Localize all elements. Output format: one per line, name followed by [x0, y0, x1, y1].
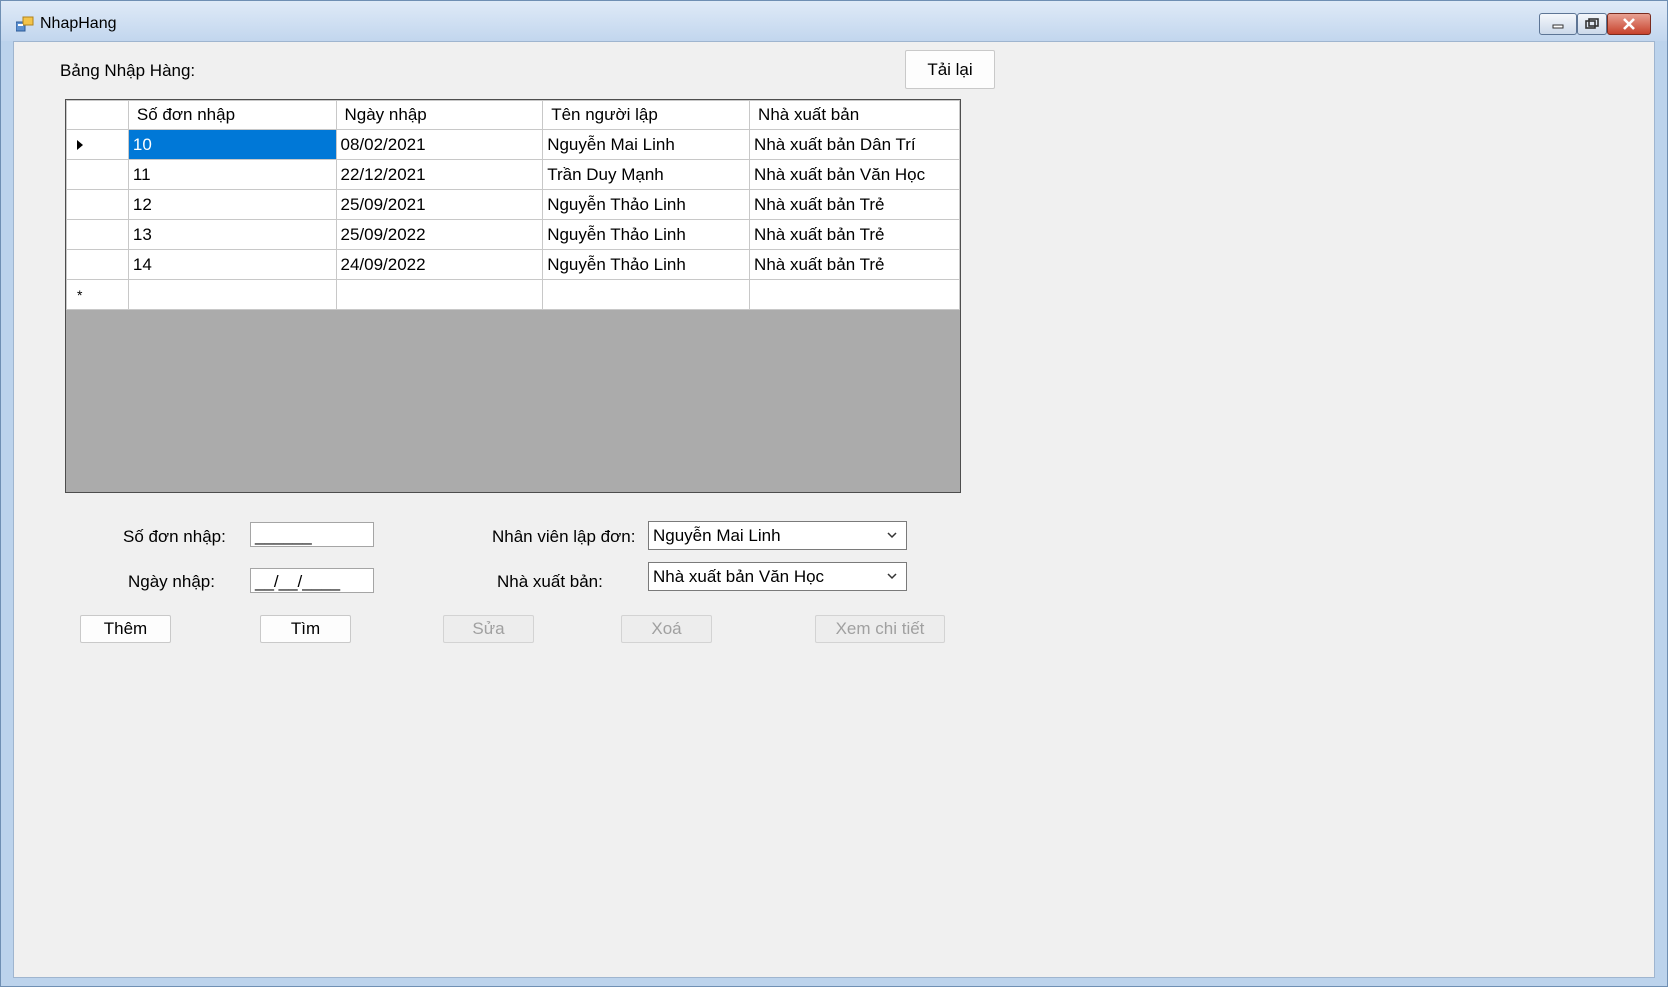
column-header-date[interactable]: Ngày nhập: [335, 100, 544, 130]
date-input[interactable]: __/__/____: [250, 568, 374, 593]
table-row[interactable]: 13 25/09/2022 Nguyễn Thảo Linh Nhà xuất …: [66, 219, 960, 250]
close-icon: [1623, 18, 1635, 30]
new-row-header[interactable]: *: [66, 279, 129, 310]
staff-select-value: Nguyễn Mai Linh: [653, 526, 781, 545]
publisher-select-value: Nhà xuất bản Văn Học: [653, 567, 825, 586]
cell-publisher[interactable]: Nhà xuất bản Văn Học: [749, 159, 960, 190]
cell-date[interactable]: 24/09/2022: [335, 249, 544, 280]
minimize-icon: [1552, 24, 1564, 29]
new-cell-publisher[interactable]: [749, 279, 960, 310]
row-header[interactable]: [66, 159, 129, 190]
cell-creator[interactable]: Nguyễn Thảo Linh: [542, 219, 751, 250]
chevron-down-icon: [887, 573, 897, 580]
header-row: Số đơn nhập Ngày nhập Tên người lập Nhà …: [66, 100, 960, 130]
cell-order-no[interactable]: 11: [127, 159, 337, 190]
delete-button[interactable]: Xoá: [621, 615, 712, 643]
cell-creator[interactable]: Nguyễn Mai Linh: [542, 129, 751, 160]
row-header[interactable]: [66, 129, 129, 160]
table-row[interactable]: 10 08/02/2021 Nguyễn Mai Linh Nhà xuất b…: [66, 129, 960, 160]
cell-order-no[interactable]: 14: [127, 249, 337, 280]
date-label: Ngày nhập:: [128, 572, 215, 591]
row-header-corner: [66, 100, 129, 130]
app-icon: [16, 16, 34, 32]
minimize-button[interactable]: [1539, 13, 1577, 35]
close-button[interactable]: [1607, 13, 1651, 35]
table-row[interactable]: 11 22/12/2021 Trần Duy Mạnh Nhà xuất bản…: [66, 159, 960, 190]
cell-date[interactable]: 25/09/2022: [335, 219, 544, 250]
cell-order-no[interactable]: 10: [127, 129, 337, 160]
table-row[interactable]: 12 25/09/2021 Nguyễn Thảo Linh Nhà xuất …: [66, 189, 960, 220]
maximize-button[interactable]: [1577, 13, 1607, 35]
orders-table: Số đơn nhập Ngày nhập Tên người lập Nhà …: [66, 100, 960, 310]
order-no-input[interactable]: ______: [250, 522, 374, 547]
window-title: NhapHang: [40, 15, 117, 32]
column-header-creator[interactable]: Tên người lập: [542, 100, 751, 130]
row-header[interactable]: [66, 189, 129, 220]
maximize-icon: [1585, 18, 1599, 29]
row-header[interactable]: [66, 219, 129, 250]
find-button[interactable]: Tìm: [260, 615, 351, 643]
details-button[interactable]: Xem chi tiết: [815, 615, 945, 643]
table-label: Bảng Nhập Hàng:: [60, 61, 196, 80]
staff-label: Nhân viên lập đơn:: [492, 527, 636, 546]
order-no-label: Số đơn nhập:: [123, 527, 226, 546]
form-client-area: Bảng Nhập Hàng: Tải lại Số đơn nhập Ngày…: [13, 41, 1655, 978]
cell-date[interactable]: 22/12/2021: [335, 159, 544, 190]
cell-publisher[interactable]: Nhà xuất bản Trẻ: [749, 249, 960, 280]
title-bar[interactable]: NhapHang: [1, 1, 1667, 41]
edit-button[interactable]: Sửa: [443, 615, 534, 643]
cell-date[interactable]: 08/02/2021: [335, 129, 544, 160]
row-header[interactable]: [66, 249, 129, 280]
orders-grid[interactable]: Số đơn nhập Ngày nhập Tên người lập Nhà …: [65, 99, 961, 493]
cell-creator[interactable]: Nguyễn Thảo Linh: [542, 249, 751, 280]
chevron-down-icon: [887, 532, 897, 539]
cell-order-no[interactable]: 13: [127, 219, 337, 250]
cell-order-no[interactable]: 12: [127, 189, 337, 220]
new-cell-date[interactable]: [335, 279, 544, 310]
cell-publisher[interactable]: Nhà xuất bản Trẻ: [749, 219, 960, 250]
app-window: NhapHang Bảng Nhập Hàng: Tải lại Số đơn …: [0, 0, 1668, 987]
publisher-label: Nhà xuất bản:: [497, 572, 603, 591]
cell-publisher[interactable]: Nhà xuất bản Trẻ: [749, 189, 960, 220]
row-pointer-icon: [77, 139, 83, 150]
add-button[interactable]: Thêm: [80, 615, 171, 643]
new-cell-creator[interactable]: [542, 279, 751, 310]
table-row[interactable]: 14 24/09/2022 Nguyễn Thảo Linh Nhà xuất …: [66, 249, 960, 280]
staff-select[interactable]: Nguyễn Mai Linh: [648, 521, 907, 550]
cell-creator[interactable]: Nguyễn Thảo Linh: [542, 189, 751, 220]
new-row[interactable]: *: [66, 279, 960, 310]
cell-creator[interactable]: Trần Duy Mạnh: [542, 159, 751, 190]
column-header-publisher[interactable]: Nhà xuất bản: [749, 100, 960, 130]
cell-publisher[interactable]: Nhà xuất bản Dân Trí: [749, 129, 960, 160]
cell-date[interactable]: 25/09/2021: [335, 189, 544, 220]
column-header-order-no[interactable]: Số đơn nhập: [127, 100, 337, 130]
new-cell-order-no[interactable]: [127, 279, 337, 310]
publisher-select[interactable]: Nhà xuất bản Văn Học: [648, 562, 907, 591]
reload-button[interactable]: Tải lại: [905, 50, 995, 89]
